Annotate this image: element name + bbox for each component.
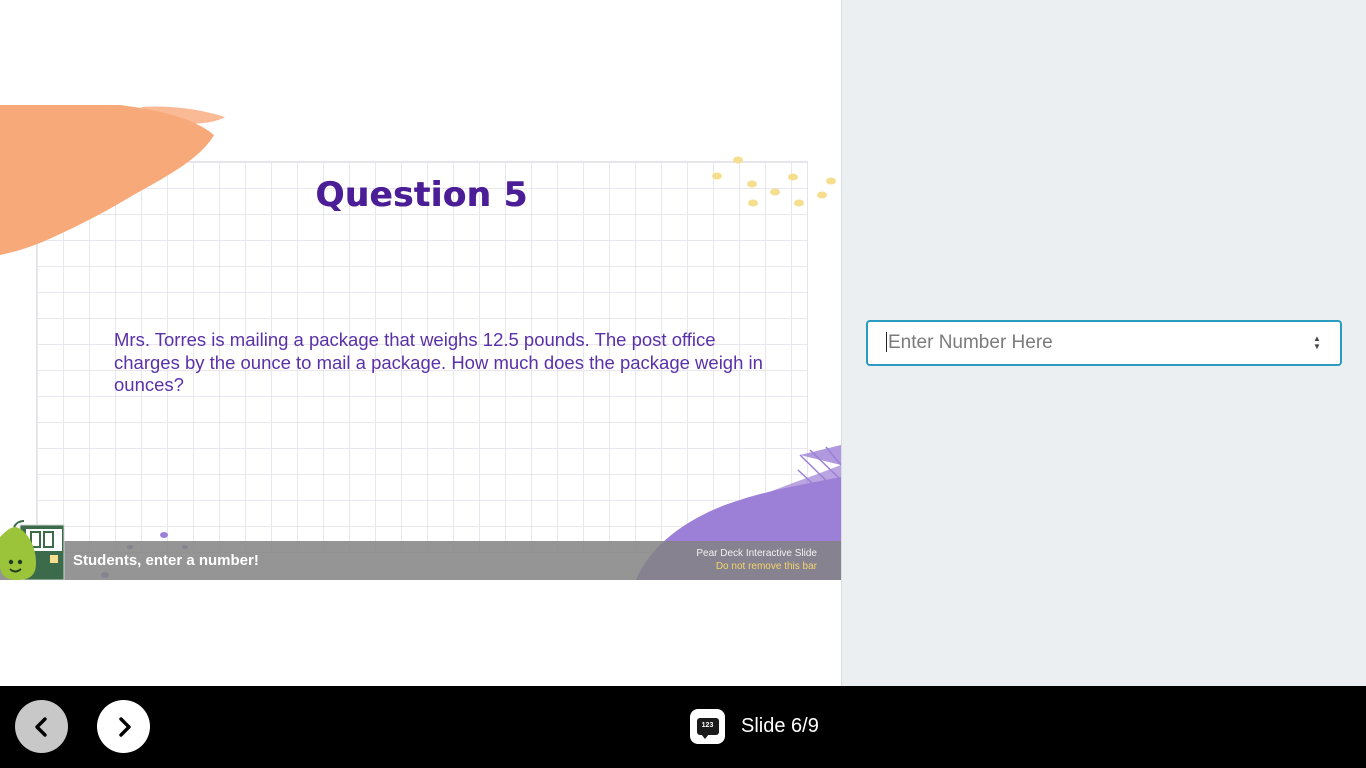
chevron-right-icon	[118, 716, 131, 737]
slide-indicator: 123 Slide 6/9	[690, 709, 819, 744]
slide: Question 5 Mrs. Torres is mailing a pack…	[0, 105, 841, 580]
response-pane: ▲ ▼	[841, 0, 1366, 686]
number-slide-type-icon: 123	[690, 709, 725, 744]
student-prompt: Students, enter a number!	[73, 552, 259, 569]
number-answer-input[interactable]	[866, 320, 1342, 366]
spinner-down-icon[interactable]: ▼	[1313, 343, 1321, 351]
previous-slide-button[interactable]	[15, 700, 68, 753]
slide-counter: Slide 6/9	[741, 715, 819, 737]
student-instruction-bar: Students, enter a number! Pear Deck Inte…	[0, 541, 841, 580]
pear-deck-badge-line1: Pear Deck Interactive Slide	[696, 548, 817, 559]
next-slide-button[interactable]	[97, 700, 150, 753]
number-spinner[interactable]: ▲ ▼	[1310, 333, 1324, 353]
text-cursor	[886, 332, 887, 352]
slide-type-icon-label: 123	[696, 718, 719, 739]
pear-number-icon	[0, 520, 65, 580]
question-text: Mrs. Torres is mailing a package that we…	[114, 329, 763, 395]
bottom-navigation-bar: 123 Slide 6/9	[0, 686, 1366, 768]
slide-pane: Question 5 Mrs. Torres is mailing a pack…	[0, 0, 841, 686]
chevron-left-icon	[34, 716, 47, 737]
question-title: Question 5	[315, 175, 528, 215]
pear-deck-badge-line2: Do not remove this bar	[715, 561, 817, 572]
